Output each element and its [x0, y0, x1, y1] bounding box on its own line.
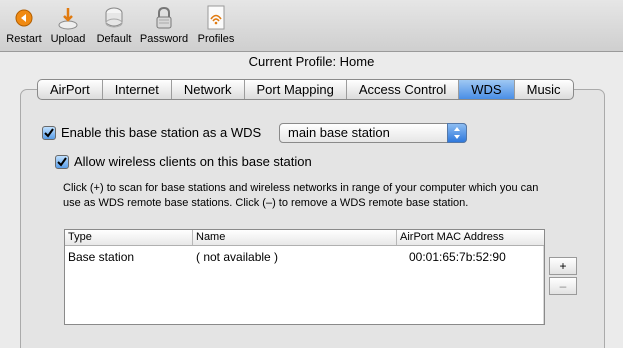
restart-icon [11, 4, 37, 32]
column-header-type[interactable]: Type [65, 230, 193, 245]
tab-access-control[interactable]: Access Control [347, 80, 460, 99]
tab-airport[interactable]: AirPort [38, 80, 103, 99]
tab-internet[interactable]: Internet [103, 80, 172, 99]
cell-type: Base station [68, 250, 135, 264]
wds-mode-select[interactable]: main base station [279, 123, 467, 143]
wds-mode-value: main base station [288, 125, 390, 140]
table-row[interactable]: Base station ( not available ) 00:01:65:… [65, 248, 544, 266]
table-header: Type Name AirPort MAC Address [65, 230, 544, 246]
upload-button[interactable]: Upload [48, 4, 88, 50]
enable-wds-row: Enable this base station as a WDS [42, 125, 261, 140]
upload-label: Upload [50, 33, 86, 45]
default-icon [101, 4, 127, 32]
upload-icon [55, 4, 81, 32]
wds-table[interactable]: Type Name AirPort MAC Address Base stati… [64, 229, 545, 325]
tab-wds[interactable]: WDS [459, 80, 515, 99]
profiles-icon [203, 4, 229, 32]
enable-wds-checkbox[interactable] [42, 125, 56, 140]
checkmark-icon [44, 127, 54, 138]
profile-title: Current Profile: Home [248, 54, 375, 69]
tab-music[interactable]: Music [515, 80, 573, 99]
remove-button[interactable]: – [549, 277, 577, 295]
cell-name: ( not available ) [196, 250, 279, 264]
tab-network[interactable]: Network [172, 80, 245, 99]
allow-clients-label: Allow wireless clients on this base stat… [74, 154, 312, 169]
add-button[interactable]: + [549, 257, 577, 275]
lock-icon [151, 4, 177, 32]
tab-bar: AirPort Internet Network Port Mapping Ac… [37, 79, 574, 100]
default-button[interactable]: Default [93, 4, 135, 50]
tab-port-mapping[interactable]: Port Mapping [245, 80, 347, 99]
default-label: Default [96, 33, 132, 45]
enable-wds-label: Enable this base station as a WDS [61, 125, 262, 140]
checkmark-icon [57, 156, 67, 167]
profiles-button[interactable]: Profiles [194, 4, 238, 50]
password-button[interactable]: Password [140, 4, 188, 50]
table-scroll-divider [543, 246, 544, 324]
toolbar: Restart Upload Default Password Profiles [0, 0, 623, 52]
column-header-mac[interactable]: AirPort MAC Address [397, 230, 544, 245]
allow-clients-checkbox[interactable] [55, 154, 69, 169]
restart-label: Restart [6, 33, 42, 45]
column-header-name[interactable]: Name [193, 230, 397, 245]
wds-description: Click (+) to scan for base stations and … [63, 182, 539, 209]
restart-button[interactable]: Restart [4, 4, 44, 50]
allow-clients-row: Allow wireless clients on this base stat… [55, 154, 312, 169]
cell-mac: 00:01:65:7b:52:90 [409, 250, 506, 264]
password-label: Password [139, 33, 189, 45]
select-arrows-icon [447, 123, 467, 143]
profiles-label: Profiles [197, 33, 235, 45]
